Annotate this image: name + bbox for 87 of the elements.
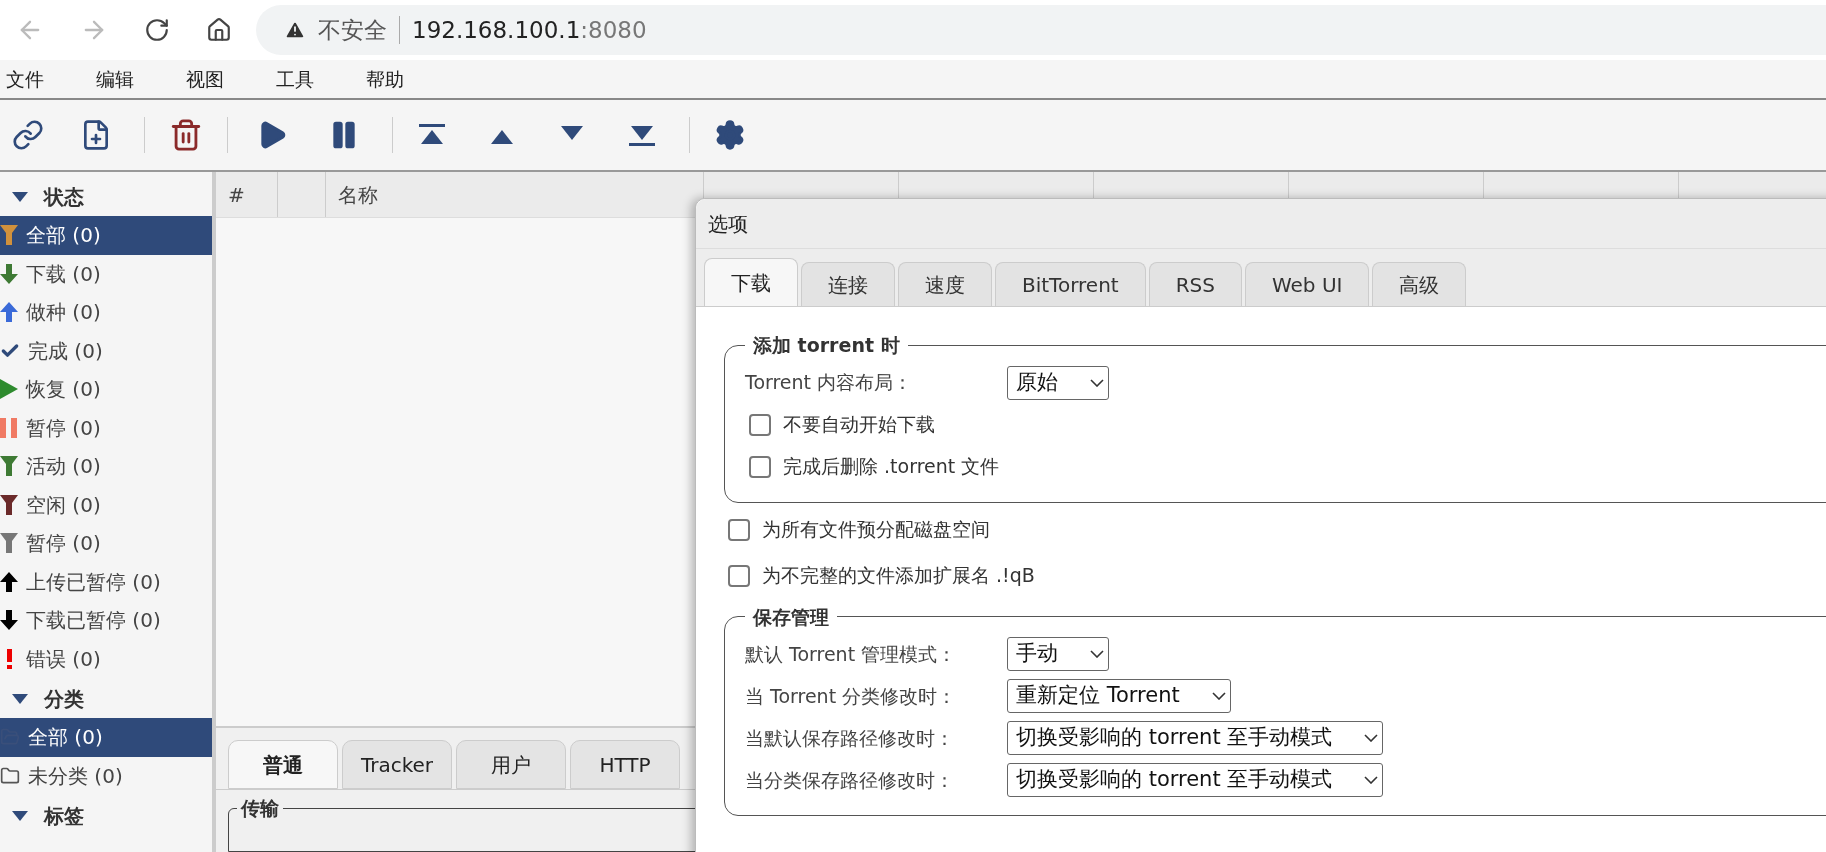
sidebar-item[interactable]: 下载已暂停 (0) bbox=[0, 601, 212, 640]
sidebar-item[interactable]: 下载 (0) bbox=[0, 254, 212, 293]
group-title: 添加 torrent 时 bbox=[752, 333, 901, 358]
tab[interactable]: HTTP bbox=[570, 740, 680, 789]
sidebar-item[interactable]: 全部 (0) bbox=[0, 216, 212, 255]
sidebar-item[interactable]: 全部 (0) bbox=[0, 718, 212, 757]
checkbox[interactable] bbox=[749, 413, 771, 436]
settings-icon[interactable] bbox=[714, 119, 746, 151]
chevron-icon bbox=[1211, 692, 1226, 700]
move-top-icon[interactable] bbox=[417, 123, 447, 147]
play-icon bbox=[0, 379, 18, 400]
checkbox-label: 为所有文件预分配磁盘空间 bbox=[762, 517, 990, 543]
tab[interactable]: 高级 bbox=[1372, 262, 1467, 306]
dropdown[interactable]: 原始 bbox=[1007, 365, 1109, 400]
collapse-caret-icon[interactable] bbox=[12, 693, 28, 705]
dropdown[interactable]: 切换受影响的 torrent 至手动模式 bbox=[1007, 721, 1384, 755]
checkbox[interactable] bbox=[728, 564, 750, 587]
sidebar-item[interactable]: 暂停 (0) bbox=[0, 408, 212, 447]
tab[interactable]: 用户 bbox=[456, 740, 566, 789]
group-title: 传输 bbox=[239, 796, 280, 821]
sidebar-item[interactable]: 做种 (0) bbox=[0, 293, 212, 332]
checkbox[interactable] bbox=[728, 518, 750, 541]
dialog-title: 选项 bbox=[708, 210, 748, 238]
tab[interactable]: BitTorrent bbox=[995, 262, 1146, 306]
security-label: 不安全 bbox=[318, 15, 387, 45]
checkbox-label: 不要自动开始下载 bbox=[783, 412, 935, 438]
sidebar-item[interactable]: 未分类 (0) bbox=[0, 756, 212, 795]
down-arrow-icon bbox=[0, 263, 18, 284]
group-title: 保存管理 bbox=[751, 604, 830, 630]
tab[interactable]: 下载 bbox=[704, 258, 798, 306]
tab[interactable]: RSS bbox=[1148, 262, 1242, 306]
sidebar-item[interactable]: 活动 (0) bbox=[0, 447, 212, 486]
pause-icon bbox=[0, 417, 18, 438]
up-arrow-icon bbox=[0, 302, 18, 323]
field-label: 默认 Torrent 管理模式： bbox=[745, 641, 958, 667]
chevron-icon bbox=[1364, 734, 1379, 742]
chevron-icon bbox=[1364, 776, 1379, 784]
sidebar-item[interactable]: 恢复 (0) bbox=[0, 370, 212, 409]
menu-item[interactable]: 工具 bbox=[276, 64, 314, 94]
sidebar-item[interactable]: 完成 (0) bbox=[0, 331, 212, 370]
field-label: 当 Torrent 分类修改时： bbox=[745, 683, 958, 709]
collapse-caret-icon[interactable] bbox=[12, 810, 28, 822]
menu-item[interactable]: 编辑 bbox=[96, 64, 134, 94]
tab[interactable]: 普通 bbox=[228, 740, 338, 789]
checkbox-label: 为不完整的文件添加扩展名 .!qB bbox=[762, 563, 1035, 589]
field-label: Torrent 内容布局： bbox=[745, 370, 914, 396]
tab[interactable]: 连接 bbox=[801, 262, 895, 306]
chevron-icon bbox=[1090, 378, 1104, 387]
filter-icon bbox=[0, 456, 18, 477]
menu-item[interactable]: 帮助 bbox=[366, 64, 404, 94]
up-arrow-icon bbox=[0, 571, 18, 592]
sidebar-item[interactable]: 暂停 (0) bbox=[0, 524, 212, 563]
reload-icon[interactable] bbox=[144, 17, 170, 43]
sidebar-item[interactable]: 上传已暂停 (0) bbox=[0, 562, 212, 601]
delete-icon[interactable] bbox=[169, 118, 203, 152]
down-arrow-icon bbox=[0, 610, 18, 631]
dropdown[interactable]: 切换受影响的 torrent 至手动模式 bbox=[1007, 763, 1384, 797]
exclamation-icon bbox=[6, 648, 12, 669]
section-title: 分类 bbox=[44, 686, 84, 713]
home-icon[interactable] bbox=[206, 17, 232, 43]
sidebar-item[interactable]: 空闲 (0) bbox=[0, 485, 212, 524]
sidebar-item[interactable]: 错误 (0) bbox=[0, 639, 212, 678]
dropdown[interactable]: 手动 bbox=[1007, 637, 1109, 671]
chevron-icon bbox=[1090, 650, 1104, 658]
filter-icon bbox=[0, 225, 18, 246]
dropdown[interactable]: 重新定位 Torrent bbox=[1007, 679, 1231, 713]
collapse-caret-icon[interactable] bbox=[12, 191, 28, 203]
warning-icon bbox=[284, 19, 306, 41]
checkbox[interactable] bbox=[749, 455, 771, 478]
folder-icon bbox=[0, 765, 20, 786]
move-bottom-icon[interactable] bbox=[627, 123, 657, 147]
add-link-icon[interactable] bbox=[12, 119, 44, 151]
column-header[interactable]: # bbox=[216, 172, 278, 217]
tab[interactable]: Web UI bbox=[1244, 262, 1370, 306]
menu-item[interactable]: 视图 bbox=[186, 64, 224, 94]
checkbox-label: 完成后删除 .torrent 文件 bbox=[783, 454, 1000, 480]
tab[interactable]: Tracker bbox=[342, 740, 452, 789]
address-bar[interactable]: 不安全 192.168.100.1:8080 bbox=[256, 5, 1826, 55]
section-title: 标签 bbox=[44, 803, 84, 830]
filter-icon bbox=[0, 533, 18, 554]
tab[interactable]: 速度 bbox=[898, 262, 992, 306]
field-label: 当默认保存路径修改时： bbox=[745, 725, 955, 751]
url-text: 192.168.100.1:8080 bbox=[412, 15, 647, 45]
field-label: 当分类保存路径修改时： bbox=[745, 767, 955, 793]
filter-icon bbox=[0, 494, 18, 515]
menu-item[interactable]: 文件 bbox=[6, 64, 44, 94]
section-title: 状态 bbox=[44, 184, 84, 211]
